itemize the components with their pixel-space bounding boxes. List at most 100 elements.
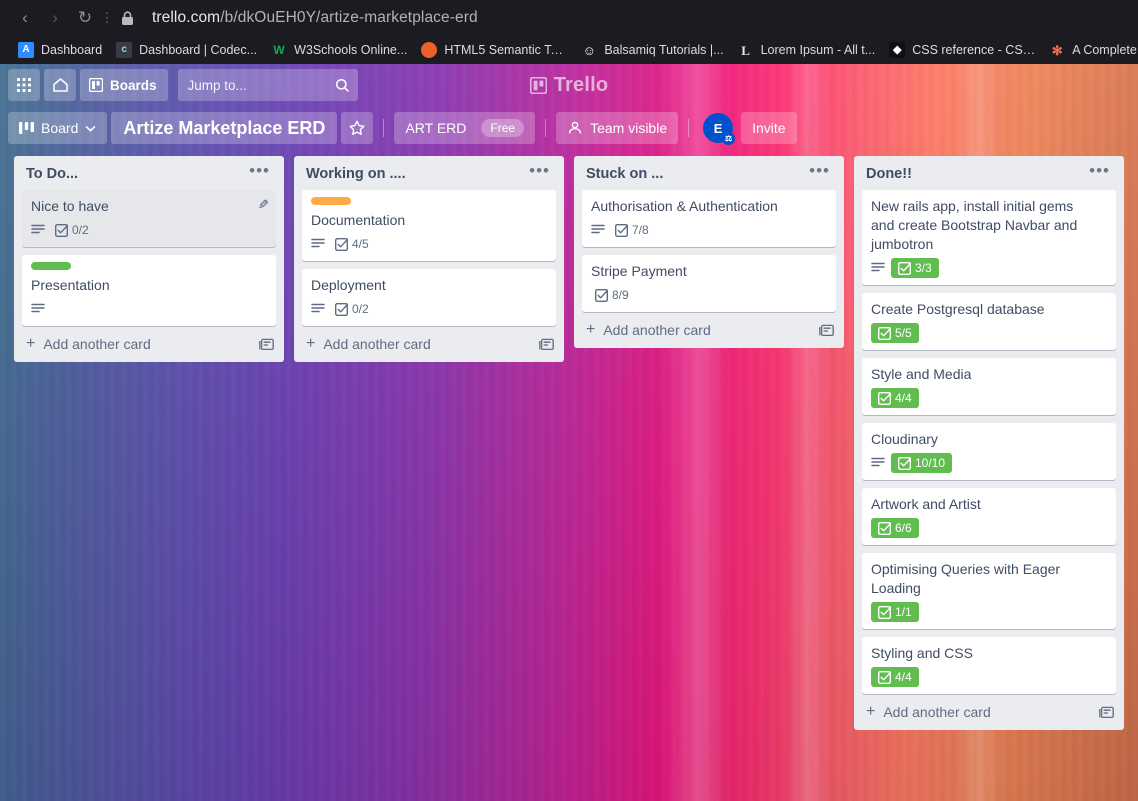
- card-title: Styling and CSS: [871, 645, 973, 661]
- bookmark-label: W3Schools Online...: [294, 43, 408, 57]
- reload-icon[interactable]: ↻: [70, 4, 100, 32]
- visibility-button[interactable]: Team visible: [556, 112, 679, 144]
- avatar-status-icon: ⚖: [722, 132, 736, 145]
- list-menu-icon[interactable]: •••: [523, 162, 556, 182]
- board-view-switcher[interactable]: Board: [8, 112, 108, 144]
- header-divider: [383, 119, 385, 137]
- card[interactable]: Style and Media 4/4: [862, 358, 1116, 415]
- header-divider: [545, 119, 547, 137]
- card-template-icon[interactable]: [539, 337, 554, 351]
- card[interactable]: Stripe Payment 8/9: [582, 255, 836, 312]
- invite-button[interactable]: Invite: [741, 112, 797, 144]
- card-badges: 4/4: [871, 388, 1108, 408]
- edit-card-icon[interactable]: ✎: [258, 197, 269, 213]
- description-icon: [871, 457, 885, 467]
- search-input[interactable]: [187, 77, 323, 93]
- list-title[interactable]: Done!!: [866, 166, 912, 182]
- card-template-icon[interactable]: [259, 337, 274, 351]
- url-bar[interactable]: trello.com/b/dkOuEH0Y/artize-marketplace…: [152, 9, 478, 27]
- list-menu-icon[interactable]: •••: [1083, 162, 1116, 182]
- card-description-badge: [311, 238, 325, 250]
- url-domain: trello.com: [152, 9, 221, 26]
- card-list: Documentation 4/5 Deployment 0/2: [294, 190, 564, 326]
- card[interactable]: Deployment 0/2: [302, 269, 556, 326]
- card[interactable]: Optimising Queries with Eager Loading 1/1: [862, 553, 1116, 629]
- card-description-badge: [31, 224, 45, 236]
- card-checklist-badge: 4/4: [871, 667, 919, 687]
- page-actions-icon[interactable]: ⋮: [100, 10, 114, 26]
- card-template-icon[interactable]: [819, 323, 834, 337]
- checklist-icon: [878, 326, 891, 340]
- lock-icon[interactable]: [114, 10, 140, 26]
- add-card-footer[interactable]: + Add another card: [854, 694, 1124, 730]
- home-icon[interactable]: [44, 69, 76, 101]
- card-title: Deployment: [311, 277, 386, 293]
- bookmark-item[interactable]: ✻ A Complete Guide: [1043, 40, 1138, 60]
- bookmark-item[interactable]: ☺ Balsamiq Tutorials |...: [575, 40, 731, 60]
- apps-grid-icon[interactable]: [8, 69, 40, 101]
- list-title[interactable]: Working on ....: [306, 166, 406, 182]
- description-icon: [591, 224, 605, 234]
- bookmark-item[interactable]: W W3Schools Online...: [265, 40, 415, 60]
- card[interactable]: Styling and CSS 4/4: [862, 637, 1116, 694]
- list: To Do... ••• ✎ Nice to have 0/2 Presentation +…: [14, 156, 284, 362]
- card-title: Optimising Queries with Eager Loading: [871, 561, 1061, 596]
- star-icon: [349, 120, 365, 135]
- list-menu-icon[interactable]: •••: [803, 162, 836, 182]
- add-card-footer[interactable]: + Add another card: [574, 312, 844, 348]
- list: Done!! ••• New rails app, install initial …: [854, 156, 1124, 730]
- card-checklist-badge: 1/1: [871, 602, 919, 622]
- boards-button[interactable]: Boards: [80, 69, 168, 101]
- card-checklist-badge: 6/6: [871, 518, 919, 538]
- card-badges: 10/10: [871, 453, 1108, 473]
- list-menu-icon[interactable]: •••: [243, 162, 276, 182]
- description-icon: [871, 262, 885, 272]
- plus-icon: +: [866, 703, 876, 720]
- bookmark-item[interactable]: HTML5 Semantic Ta...: [415, 40, 575, 60]
- card-template-icon[interactable]: [1099, 705, 1114, 719]
- checklist-icon: [595, 288, 608, 302]
- card[interactable]: Artwork and Artist 6/6: [862, 488, 1116, 545]
- trello-logo-text: Trello: [553, 73, 609, 96]
- card[interactable]: Create Postgresql database 5/5: [862, 293, 1116, 350]
- card[interactable]: New rails app, install initial gems and …: [862, 190, 1116, 285]
- star-board-button[interactable]: [341, 112, 374, 144]
- card-title: New rails app, install initial gems and …: [871, 198, 1078, 252]
- description-icon: [31, 303, 45, 313]
- bookmark-favicon: A: [18, 42, 34, 58]
- list-header: Stuck on ... •••: [574, 156, 844, 190]
- bookmark-item[interactable]: L Lorem Ipsum - All t...: [732, 40, 884, 60]
- bookmark-label: HTML5 Semantic Ta...: [444, 43, 568, 57]
- bookmark-item[interactable]: A Dashboard: [12, 40, 110, 60]
- card-checklist-count: 4/4: [895, 391, 912, 405]
- board-title[interactable]: Artize Marketplace ERD: [111, 112, 338, 144]
- card-checklist-count: 10/10: [915, 456, 946, 470]
- checklist-icon: [878, 605, 891, 619]
- trello-logo-icon: [529, 76, 547, 94]
- forward-icon[interactable]: ›: [40, 4, 70, 32]
- card-label[interactable]: [311, 197, 351, 205]
- card-label[interactable]: [31, 262, 71, 270]
- back-icon[interactable]: ‹: [10, 4, 40, 32]
- team-name-button[interactable]: ART ERD Free: [394, 112, 536, 144]
- add-card-footer[interactable]: + Add another card: [294, 326, 564, 362]
- checklist-icon: [898, 456, 911, 470]
- avatar[interactable]: E ⚖: [703, 113, 736, 145]
- card-list: New rails app, install initial gems and …: [854, 190, 1124, 694]
- card[interactable]: Cloudinary 10/10: [862, 423, 1116, 480]
- bookmark-item[interactable]: c Dashboard | Codec...: [110, 40, 265, 60]
- list-title[interactable]: To Do...: [26, 166, 78, 182]
- bookmark-item[interactable]: ◆ CSS reference - CSS...: [883, 40, 1043, 60]
- bookmark-label: Lorem Ipsum - All t...: [760, 43, 876, 57]
- card[interactable]: ✎ Nice to have 0/2: [22, 190, 276, 247]
- card-checklist-count: 1/1: [895, 605, 912, 619]
- card[interactable]: Authorisation & Authentication 7/8: [582, 190, 836, 247]
- card[interactable]: Presentation: [22, 255, 276, 326]
- card-title: Documentation: [311, 212, 406, 228]
- description-icon: [31, 224, 45, 234]
- jump-to-search[interactable]: [177, 69, 358, 101]
- list-title[interactable]: Stuck on ...: [586, 166, 663, 182]
- card[interactable]: Documentation 4/5: [302, 190, 556, 261]
- card-list: Authorisation & Authentication 7/8 Stripe …: [574, 190, 844, 312]
- add-card-footer[interactable]: + Add another card: [14, 326, 284, 362]
